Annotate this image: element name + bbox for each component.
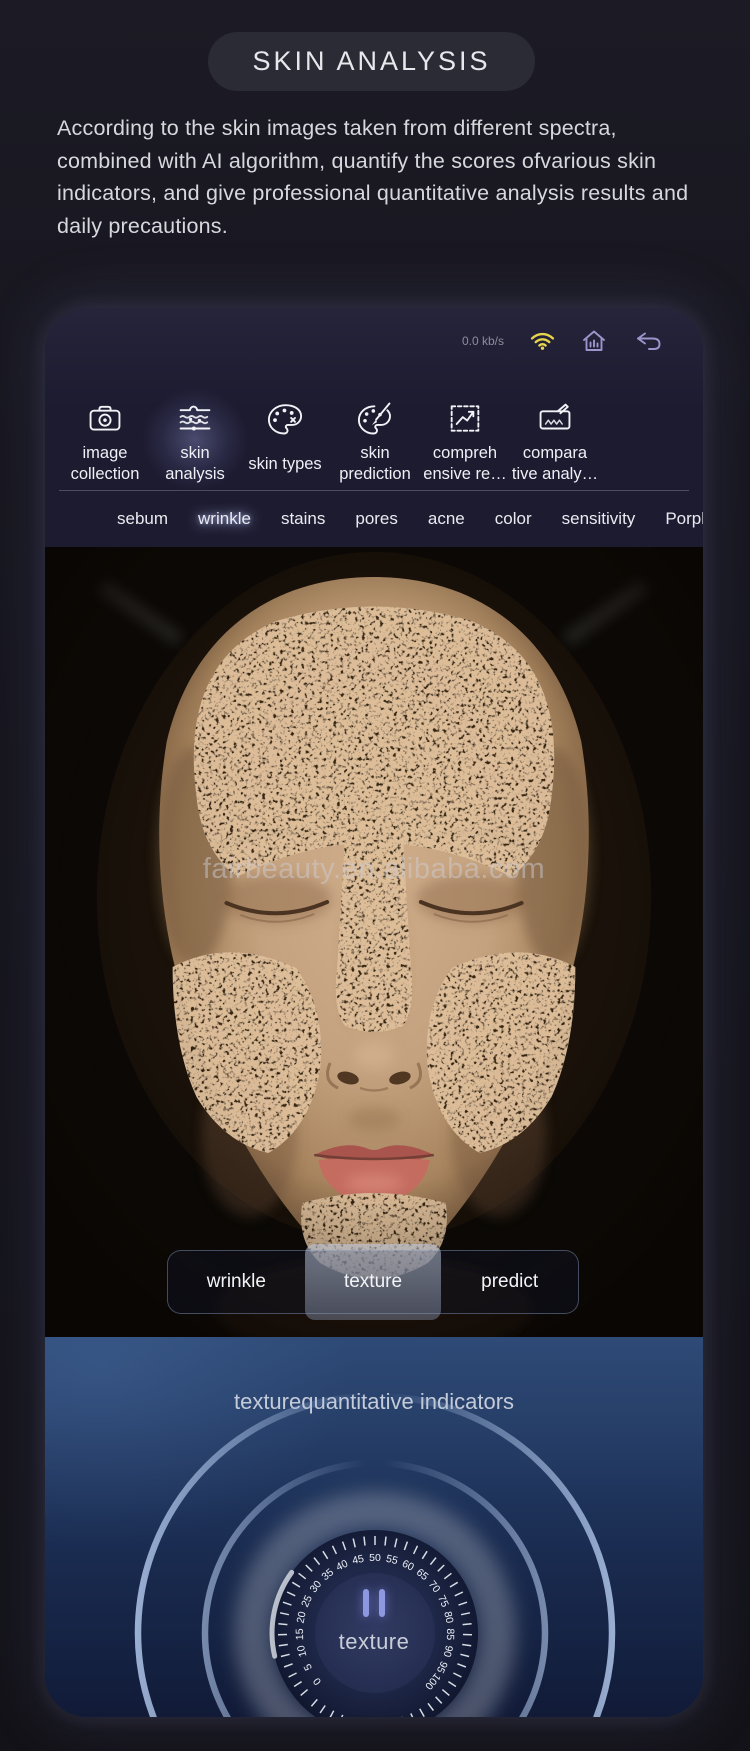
main-tabs: image collection skin analysis bbox=[60, 400, 600, 485]
wrinkle-button[interactable]: wrinkle bbox=[168, 1251, 305, 1313]
pause-bar bbox=[363, 1589, 369, 1617]
pause-icon[interactable] bbox=[45, 1589, 703, 1617]
texture-button[interactable]: texture bbox=[305, 1244, 442, 1320]
subtab-pores[interactable]: pores bbox=[355, 509, 398, 529]
tab-image-collection[interactable]: image collection bbox=[60, 400, 150, 485]
predict-button[interactable]: predict bbox=[441, 1251, 578, 1313]
page: SKIN ANALYSIS According to the skin imag… bbox=[0, 0, 750, 1751]
texture-gauge: 0510152025303540455055606570758085909510… bbox=[45, 1337, 703, 1717]
watermark: fairbeauty.en.alibaba.com bbox=[45, 853, 703, 886]
page-title: SKIN ANALYSIS bbox=[252, 46, 490, 77]
tab-label: skin analysis bbox=[150, 443, 240, 485]
tab-skin-types[interactable]: skin types bbox=[240, 400, 330, 485]
face-photo bbox=[45, 547, 703, 1337]
subtab-acne[interactable]: acne bbox=[428, 509, 465, 529]
tab-label: compreh ensive re… bbox=[420, 443, 510, 485]
tab-comparative-analysis[interactable]: compara tive analy… bbox=[510, 400, 600, 485]
tab-label: skin prediction bbox=[330, 443, 420, 485]
indicator-panel: texturequantitative indicators bbox=[45, 1337, 703, 1717]
tab-skin-prediction[interactable]: skin prediction bbox=[330, 400, 420, 485]
home-icon[interactable] bbox=[581, 329, 607, 353]
pause-bar bbox=[379, 1589, 385, 1617]
tab-label: image collection bbox=[60, 443, 150, 485]
comparison-card-icon bbox=[535, 400, 575, 437]
camera-icon bbox=[85, 400, 125, 437]
page-description: According to the skin images taken from … bbox=[57, 112, 699, 242]
subtab-color[interactable]: color bbox=[495, 509, 532, 529]
page-title-pill: SKIN ANALYSIS bbox=[208, 32, 535, 91]
svg-text:50: 50 bbox=[369, 1552, 381, 1564]
sub-tabs: sebum wrinkle stains pores acne color sensitiv… bbox=[45, 492, 703, 546]
subtab-sensitivity[interactable]: sensitivity bbox=[562, 509, 636, 529]
action-bar: wrinkle texture predict bbox=[167, 1250, 579, 1314]
tab-label: skin types bbox=[248, 443, 321, 485]
face-image-area: fairbeauty.en.alibaba.com wrinkle textur… bbox=[45, 547, 703, 1337]
palette-brush-icon bbox=[355, 400, 395, 437]
tab-skin-analysis[interactable]: skin analysis bbox=[150, 400, 240, 485]
status-bar: 0.0 kb/s bbox=[462, 326, 663, 356]
network-speed: 0.0 kb/s bbox=[462, 334, 504, 348]
palette-icon bbox=[265, 400, 305, 437]
subtab-wrinkle[interactable]: wrinkle bbox=[198, 509, 251, 529]
subtab-sebum[interactable]: sebum bbox=[117, 509, 168, 529]
report-chart-icon bbox=[445, 400, 485, 437]
analysis-sliders-icon bbox=[175, 400, 215, 437]
device-screen: 0.0 kb/s bbox=[45, 308, 703, 1717]
tab-comprehensive-report[interactable]: compreh ensive re… bbox=[420, 400, 510, 485]
gauge-label: texture bbox=[45, 1629, 703, 1655]
tabs-divider bbox=[59, 490, 689, 491]
subtab-stains[interactable]: stains bbox=[281, 509, 325, 529]
back-icon[interactable] bbox=[633, 329, 663, 353]
tab-label: compara tive analy… bbox=[510, 443, 600, 485]
subtab-porphyrin[interactable]: Porphyrin bbox=[665, 509, 703, 529]
wifi-icon bbox=[530, 331, 555, 351]
